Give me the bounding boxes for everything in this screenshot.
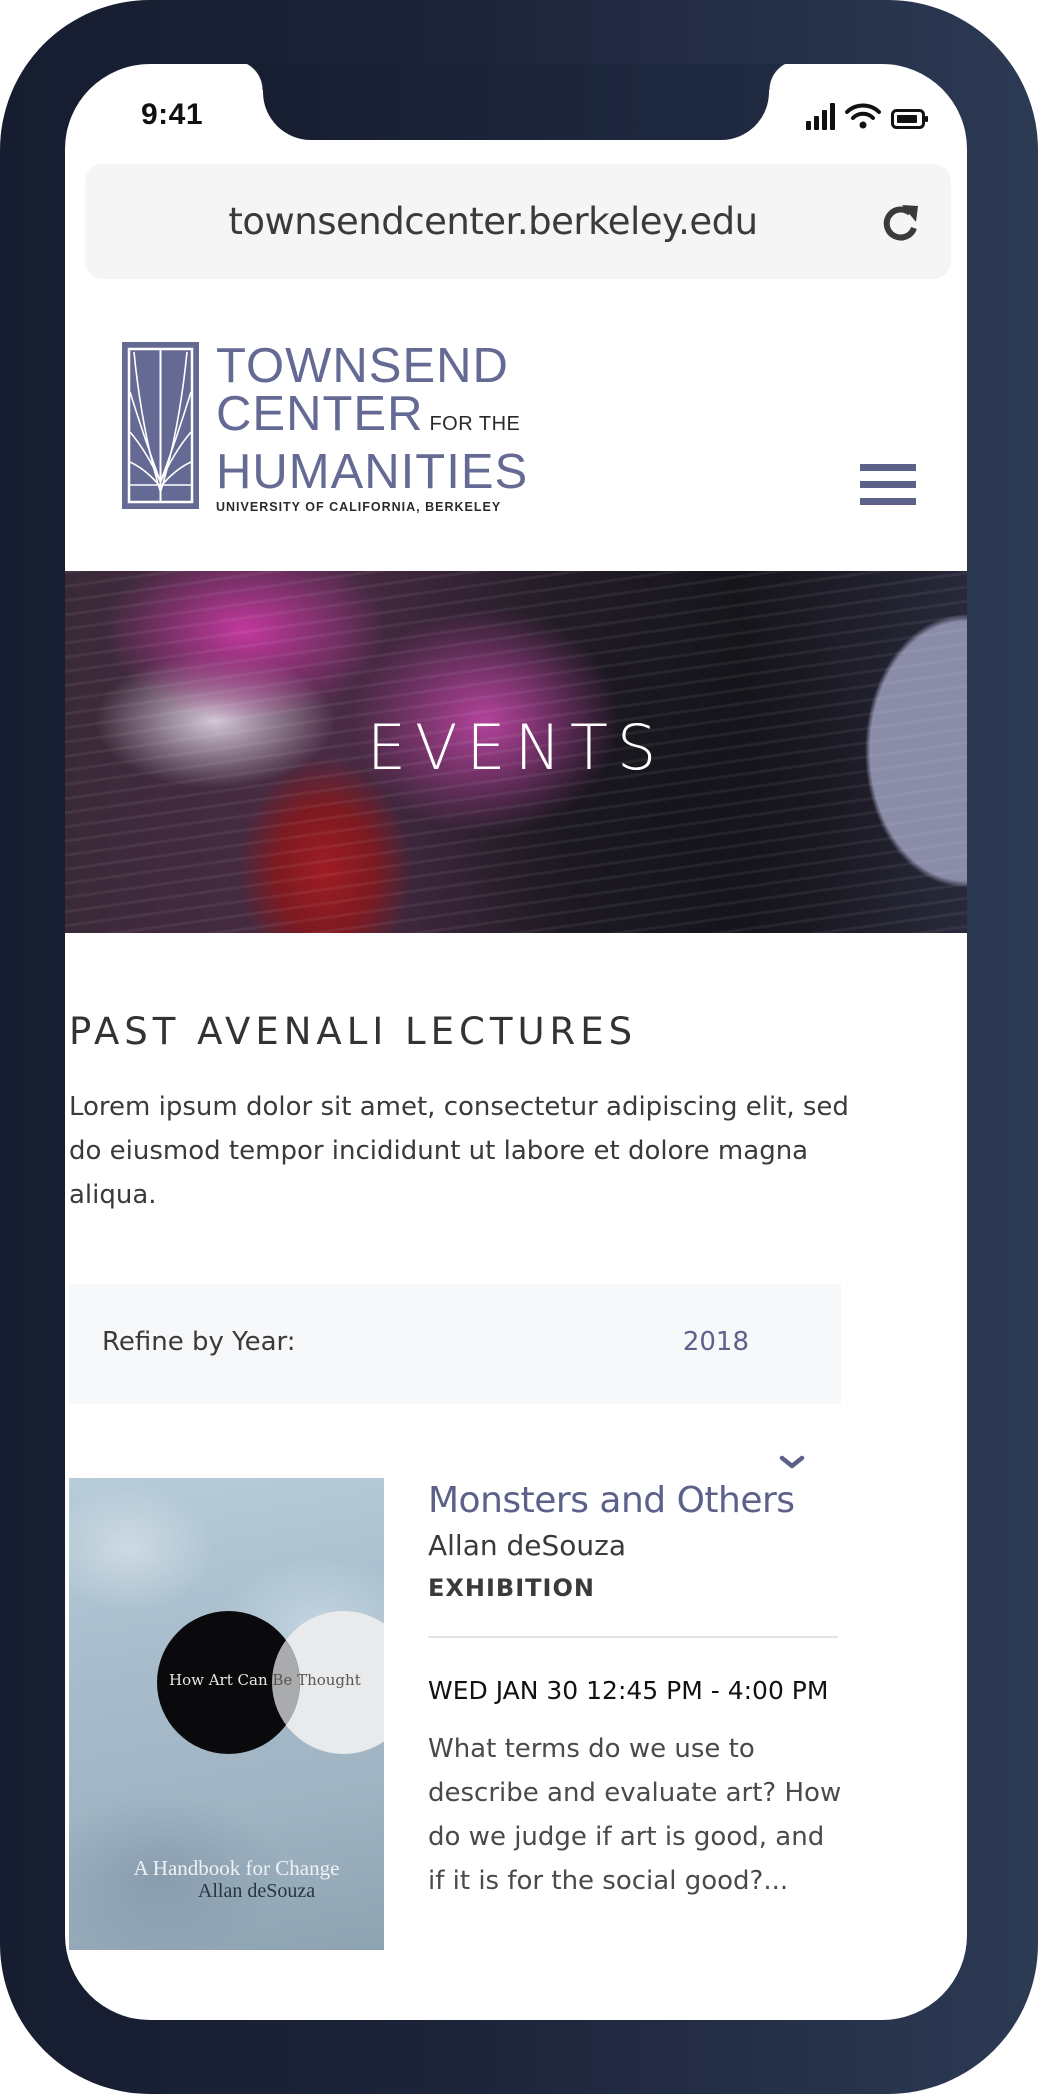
year-filter-dropdown[interactable]: Refine by Year: 2018 [69, 1284, 841, 1404]
intro-paragraph: Lorem ipsum dolor sit amet, consectetur … [69, 1092, 849, 1210]
wifi-icon [845, 102, 881, 130]
cover-author: Allan deSouza [197, 1880, 316, 1902]
event-title-link[interactable]: Monsters and Others [428, 1480, 859, 1521]
logo-line-2: CENTER FOR THE [216, 390, 528, 448]
event-cover-image[interactable]: How Art Can Be Thought A Handbook for Ch… [69, 1478, 384, 1950]
event-details: Monsters and Others Allan deSouza EXHIBI… [428, 1478, 859, 1903]
site-logo[interactable]: TOWNSEND CENTER FOR THE HUMANITIES UNIVER… [122, 342, 528, 514]
signal-icon [806, 102, 835, 130]
event-type: EXHIBITION [428, 1574, 595, 1602]
status-time: 9:41 [141, 98, 204, 131]
logo-subtitle: UNIVERSITY OF CALIFORNIA, BERKELEY [216, 500, 502, 514]
cover-title: How Art Can Be Thought [69, 1671, 384, 1689]
logo-line-1: TOWNSEND [216, 339, 509, 393]
cover-title-part2: Be [272, 1671, 293, 1689]
event-speaker: Allan deSouza [428, 1529, 627, 1562]
browser-address-bar[interactable]: townsendcenter.berkeley.edu [85, 164, 951, 279]
status-icons [806, 100, 929, 130]
cover-title-part3: Thought [297, 1671, 361, 1689]
divider [428, 1636, 838, 1638]
cover-title-part1: How Art Can [169, 1671, 268, 1689]
main-content: PAST AVENALI LECTURES Lorem ipsum dolor … [69, 1010, 849, 1217]
event-description: What terms do we use to describe and eva… [428, 1734, 842, 1896]
hero-banner: EVENTS [65, 571, 967, 933]
filter-label: Refine by Year: [102, 1327, 296, 1357]
logo-line-3: HUMANITIES [216, 445, 529, 499]
url-text[interactable]: townsendcenter.berkeley.edu [85, 200, 951, 243]
logo-for-the: FOR THE [429, 413, 521, 435]
logo-center: CENTER [216, 387, 424, 441]
section-title: PAST AVENALI LECTURES [69, 1010, 638, 1053]
notch [233, 64, 799, 140]
hero-title: EVENTS [366, 711, 666, 784]
event-datetime: WED JAN 30 12:45 PM - 4:00 PM [428, 1676, 829, 1705]
reload-icon[interactable] [877, 200, 925, 248]
hamburger-menu-icon[interactable] [860, 464, 916, 512]
cover-subtitle: A Handbook for Change [133, 1856, 340, 1880]
filter-selected-year[interactable]: 2018 [683, 1327, 749, 1357]
wheat-window-logo-icon [122, 342, 199, 509]
chevron-down-icon[interactable] [778, 1454, 806, 1472]
battery-icon [891, 108, 929, 130]
logo-wordmark: TOWNSEND CENTER FOR THE HUMANITIES UNIVER… [216, 339, 529, 515]
